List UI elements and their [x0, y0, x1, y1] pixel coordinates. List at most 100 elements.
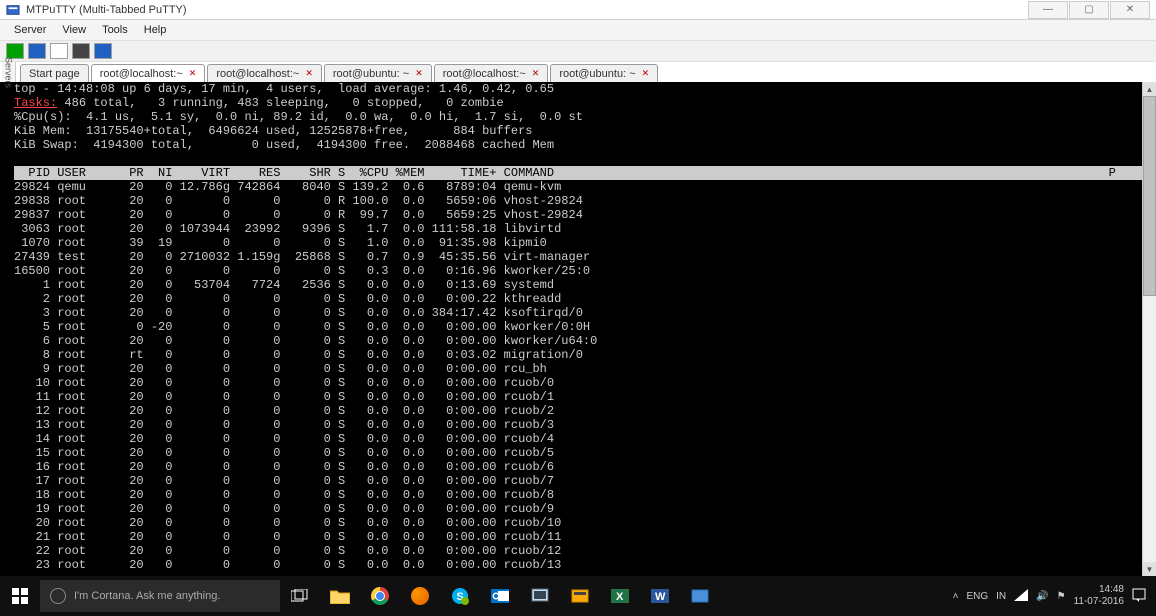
terminal-line: 2 root 20 0 0 0 0 S 0.0 0.0 0:00.22 kthr… [14, 292, 1142, 306]
tab-label: root@localhost:~ [100, 68, 183, 80]
terminal-line: 21 root 20 0 0 0 0 S 0.0 0.0 0:00.00 rcu… [14, 530, 1142, 544]
terminal-line: 13 root 20 0 0 0 0 S 0.0 0.0 0:00.00 rcu… [14, 418, 1142, 432]
tray-lang-2[interactable]: IN [996, 591, 1006, 602]
toolbar [0, 40, 1156, 62]
word-icon[interactable]: W [640, 576, 680, 616]
app-icon-misc[interactable] [680, 576, 720, 616]
tab-close-icon[interactable]: ✕ [642, 68, 650, 79]
maximize-button[interactable]: ▢ [1069, 1, 1109, 19]
close-button[interactable]: ✕ [1110, 1, 1150, 19]
terminal-line: 9 root 20 0 0 0 0 S 0.0 0.0 0:00.00 rcu_… [14, 362, 1142, 376]
mtputty-taskbar-icon[interactable] [560, 576, 600, 616]
tray-flag-icon[interactable]: ⚑ [1057, 591, 1066, 602]
cortana-icon [50, 588, 66, 604]
tab-label: Start page [29, 68, 80, 80]
tray-chevron-icon[interactable]: ˄ [953, 591, 959, 602]
tab-3[interactable]: root@ubuntu: ~ ✕ [324, 64, 432, 82]
menu-view[interactable]: View [54, 22, 94, 38]
terminal-scrollbar[interactable]: ▲ ▼ [1142, 82, 1156, 576]
scrollbar-down-button[interactable]: ▼ [1143, 562, 1156, 576]
tab-close-icon[interactable]: ✕ [305, 68, 313, 79]
process-header-row: PID USER PR NI VIRT RES SHR S %CPU %MEM … [14, 166, 1142, 180]
tab-5[interactable]: root@ubuntu: ~ ✕ [550, 64, 658, 82]
cortana-search[interactable]: I'm Cortana. Ask me anything. [40, 580, 280, 612]
tab-label: root@localhost:~ [216, 68, 299, 80]
menubar: ServerViewToolsHelp [0, 20, 1156, 40]
tab-close-icon[interactable]: ✕ [189, 68, 197, 79]
terminal-line: 3063 root 20 0 1073944 23992 9396 S 1.7 … [14, 222, 1142, 236]
terminal-line: 22 root 20 0 0 0 0 S 0.0 0.0 0:00.00 rcu… [14, 544, 1142, 558]
toolbar-new-button[interactable] [50, 43, 68, 59]
terminal-output[interactable]: top - 14:48:08 up 6 days, 17 min, 4 user… [14, 82, 1142, 576]
terminal-line: 29837 root 20 0 0 0 0 R 99.7 0.0 5659:25… [14, 208, 1142, 222]
terminal-line: 16 root 20 0 0 0 0 S 0.0 0.0 0:00.00 rcu… [14, 460, 1142, 474]
terminal-line: 1070 root 39 19 0 0 0 S 1.0 0.0 91:35.98… [14, 236, 1142, 250]
terminal-line: 5 root 0 -20 0 0 0 S 0.0 0.0 0:00.00 kwo… [14, 320, 1142, 334]
svg-text:W: W [655, 591, 666, 603]
terminal-line: 12 root 20 0 0 0 0 S 0.0 0.0 0:00.00 rcu… [14, 404, 1142, 418]
system-tray: ˄ ENG IN 🔊 ⚑ 14:48 11-07-2016 [943, 584, 1156, 608]
task-view-button[interactable] [280, 576, 320, 616]
file-explorer-icon[interactable] [320, 576, 360, 616]
terminal-line: 23 root 20 0 0 0 0 S 0.0 0.0 0:00.00 rcu… [14, 558, 1142, 572]
tabbar: Servers Start pageroot@localhost:~✕root@… [0, 62, 1156, 82]
terminal-line: 15 root 20 0 0 0 0 S 0.0 0.0 0:00.00 rcu… [14, 446, 1142, 460]
terminal-line [14, 152, 1142, 166]
tab-close-icon[interactable]: ✕ [415, 68, 423, 79]
terminal-line: 20 root 20 0 0 0 0 S 0.0 0.0 0:00.00 rcu… [14, 516, 1142, 530]
menu-tools[interactable]: Tools [94, 22, 136, 38]
tray-clock[interactable]: 14:48 11-07-2016 [1074, 584, 1124, 608]
terminal-line: top - 14:48:08 up 6 days, 17 min, 4 user… [14, 82, 1142, 96]
windows-taskbar: I'm Cortana. Ask me anything. S X W ˄ EN… [0, 576, 1156, 616]
toolbar-monitor-button[interactable] [94, 43, 112, 59]
tab-label: root@ubuntu: ~ [333, 68, 409, 80]
tray-time: 14:48 [1074, 584, 1124, 596]
tab-2[interactable]: root@localhost:~ ✕ [207, 64, 322, 82]
chrome-icon[interactable] [360, 576, 400, 616]
excel-icon[interactable]: X [600, 576, 640, 616]
skype-icon[interactable]: S [440, 576, 480, 616]
cortana-placeholder: I'm Cortana. Ask me anything. [74, 590, 220, 602]
terminal-line: 1 root 20 0 53704 7724 2536 S 0.0 0.0 0:… [14, 278, 1142, 292]
outlook-icon[interactable] [480, 576, 520, 616]
terminal-line: 18 root 20 0 0 0 0 S 0.0 0.0 0:00.00 rcu… [14, 488, 1142, 502]
toolbar-putty-button[interactable] [72, 43, 90, 59]
tab-1[interactable]: root@localhost:~ ✕ [91, 64, 206, 82]
titlebar: MTPuTTY (Multi-Tabbed PuTTY) — ▢ ✕ [0, 0, 1156, 20]
terminal-line: 10 root 20 0 0 0 0 S 0.0 0.0 0:00.00 rcu… [14, 376, 1142, 390]
app-icon [6, 3, 20, 17]
scrollbar-thumb[interactable] [1143, 96, 1156, 296]
scrollbar-up-button[interactable]: ▲ [1143, 82, 1156, 96]
terminal-line: 6 root 20 0 0 0 0 S 0.0 0.0 0:00.00 kwor… [14, 334, 1142, 348]
tray-volume-icon[interactable]: 🔊 [1036, 591, 1048, 602]
tab-4[interactable]: root@localhost:~✕ [434, 64, 549, 82]
terminal-line: Tasks: 486 total, 3 running, 483 sleepin… [14, 96, 1142, 110]
firefox-icon[interactable] [400, 576, 440, 616]
terminal-line: 11 root 20 0 0 0 0 S 0.0 0.0 0:00.00 rcu… [14, 390, 1142, 404]
terminal-line: 29824 qemu 20 0 12.786g 742864 8040 S 13… [14, 180, 1142, 194]
terminal-line: 14 root 20 0 0 0 0 S 0.0 0.0 0:00.00 rcu… [14, 432, 1142, 446]
toolbar-folder-button[interactable] [28, 43, 46, 59]
terminal-line: 3 root 20 0 0 0 0 S 0.0 0.0 384:17.42 ks… [14, 306, 1142, 320]
minimize-button[interactable]: — [1028, 1, 1068, 19]
menu-help[interactable]: Help [136, 22, 175, 38]
tray-date: 11-07-2016 [1074, 596, 1124, 608]
terminal-line: %Cpu(s): 4.1 us, 5.1 sy, 0.0 ni, 89.2 id… [14, 110, 1142, 124]
menu-server[interactable]: Server [6, 22, 54, 38]
tab-label: root@ubuntu: ~ [559, 68, 635, 80]
servers-sidebar-label[interactable]: Servers [2, 62, 16, 82]
start-button[interactable] [0, 576, 40, 616]
tab-close-icon[interactable]: ✕ [532, 68, 540, 79]
terminal-line: 16500 root 20 0 0 0 0 S 0.3 0.0 0:16.96 … [14, 264, 1142, 278]
terminal-line: 17 root 20 0 0 0 0 S 0.0 0.0 0:00.00 rcu… [14, 474, 1142, 488]
putty-icon[interactable] [520, 576, 560, 616]
window-title: MTPuTTY (Multi-Tabbed PuTTY) [26, 4, 1027, 16]
tab-0[interactable]: Start page [20, 64, 89, 82]
tray-lang-1[interactable]: ENG [966, 591, 988, 602]
terminal-line: KiB Swap: 4194300 total, 0 used, 4194300… [14, 138, 1142, 152]
terminal-line: 27439 test 20 0 2710032 1.159g 25868 S 0… [14, 250, 1142, 264]
terminal-line: 19 root 20 0 0 0 0 S 0.0 0.0 0:00.00 rcu… [14, 502, 1142, 516]
tray-network-icon[interactable] [1014, 589, 1028, 604]
notification-center-icon[interactable] [1132, 588, 1146, 605]
terminal-line: 29838 root 20 0 0 0 0 R 100.0 0.0 5659:0… [14, 194, 1142, 208]
